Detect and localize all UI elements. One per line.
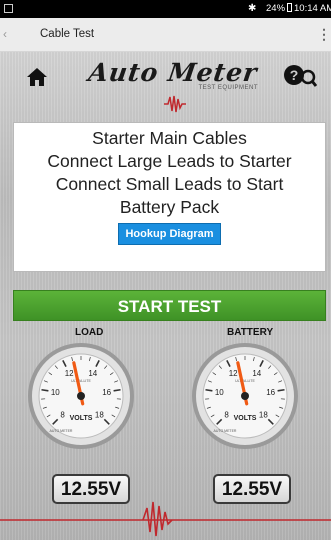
instruction-line-3: Battery Pack — [119, 197, 220, 217]
status-time: 10:14 AM — [294, 3, 331, 14]
bluetooth-icon: ✱ — [248, 3, 257, 14]
logo-text: Auto Meter — [86, 58, 260, 87]
start-test-button[interactable]: START TEST — [13, 290, 326, 321]
battery-gauge: 8 10 12 14 16 18 ULTRA-LITE VOLTS AUTO METER — [192, 343, 298, 449]
gauge-tick-label: 12 — [229, 369, 238, 378]
hookup-diagram-button[interactable]: Hookup Diagram — [118, 223, 221, 245]
gauge-face-text: ULTRA-LITE — [71, 379, 91, 383]
gauge-tick-label: 10 — [51, 388, 60, 397]
gauge-major-tick — [113, 388, 121, 392]
gauge-unit-text: VOLTS — [70, 415, 93, 422]
notification-icon — [4, 4, 13, 13]
gauge-needle-hub — [77, 392, 85, 400]
home-icon[interactable] — [26, 66, 48, 88]
back-arrow-icon[interactable]: ‹ — [3, 27, 7, 41]
instruction-line-2: Connect Small Leads to Start — [55, 174, 284, 194]
battery-gauge-label: BATTERY — [227, 327, 274, 338]
gauge-tick-label: 16 — [266, 388, 275, 397]
auto-meter-logo: Auto Meter TEST EQUIPMENT — [80, 58, 266, 118]
gauge-tick-label: 18 — [95, 410, 104, 419]
battery-percent: 24% — [266, 3, 286, 14]
help-search-icon[interactable]: ? — [283, 63, 317, 87]
status-right: 24% 10:14 AM — [266, 3, 331, 14]
load-gauge: 8 10 12 14 16 18 ULTRA-LITE VOLTS AUTO METER — [28, 343, 134, 449]
gauge-needle-hub — [241, 392, 249, 400]
gauge-unit-text: VOLTS — [234, 415, 257, 422]
more-vertical-icon[interactable]: ⋮ — [317, 26, 331, 43]
footer-wave-line — [0, 501, 331, 537]
logo-subtitle: TEST EQUIPMENT — [198, 85, 258, 91]
gauge-tick-label: 14 — [252, 369, 261, 378]
battery-icon — [287, 3, 293, 12]
gauge-brand-text: AUTO METER — [214, 429, 237, 433]
svg-text:?: ? — [290, 67, 299, 83]
gauge-major-tick — [277, 388, 285, 392]
gauge-tick-label: 12 — [65, 369, 74, 378]
logo-wave-icon — [164, 95, 186, 113]
instructions-title: Starter Main Cables — [92, 128, 247, 148]
gauge-face-text: ULTRA-LITE — [235, 379, 255, 383]
status-bar: ✱ 24% 10:14 AM — [0, 0, 331, 18]
app-toolbar: ‹ Cable Test ⋮ — [0, 18, 331, 52]
gauge-tick-label: 18 — [259, 410, 268, 419]
instructions-panel: Starter Main Cables Connect Large Leads … — [13, 122, 326, 272]
gauge-tick-label: 10 — [215, 388, 224, 397]
toolbar-title: Cable Test — [40, 28, 95, 40]
gauge-tick-label: 8 — [224, 410, 229, 419]
instruction-line-1: Connect Large Leads to Starter — [47, 151, 292, 171]
load-gauge-label: LOAD — [75, 327, 104, 338]
gauge-brand-text: AUTO METER — [50, 429, 73, 433]
gauge-major-tick — [41, 388, 49, 392]
gauge-tick-label: 14 — [88, 369, 97, 378]
gauge-tick-label: 16 — [102, 388, 111, 397]
gauge-major-tick — [205, 388, 213, 392]
gauge-tick-label: 8 — [60, 410, 65, 419]
